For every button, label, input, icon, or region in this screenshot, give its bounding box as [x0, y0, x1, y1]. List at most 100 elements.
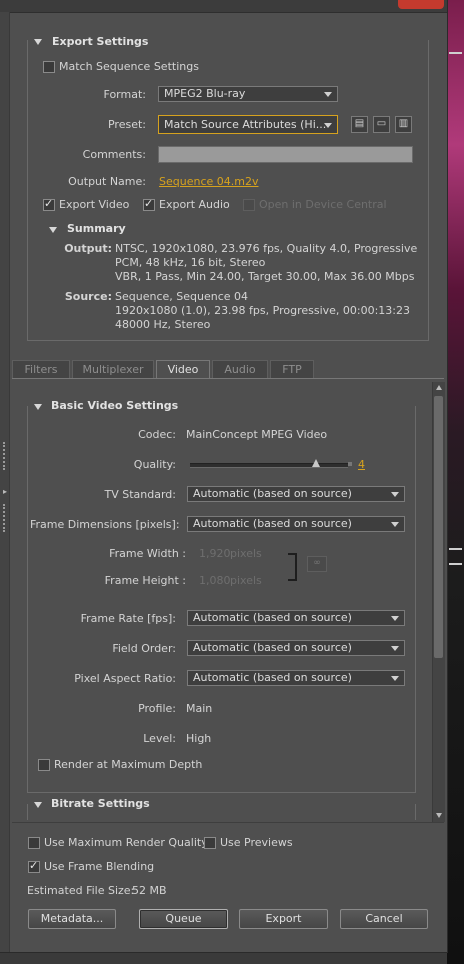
output-name-label: Output Name:	[68, 175, 146, 188]
tv-standard-label: TV Standard:	[104, 488, 177, 501]
scrollbar[interactable]	[432, 382, 445, 822]
frame-width-unit: pixels	[230, 547, 262, 560]
pixel-aspect-ratio-label: Pixel Aspect Ratio:	[74, 672, 176, 685]
scrollbar-thumb[interactable]	[434, 396, 443, 658]
frame-dimensions-value: Automatic (based on source)	[193, 517, 352, 530]
frame-rate-label: Frame Rate [fps]:	[80, 612, 176, 625]
chevron-down-icon	[391, 616, 399, 621]
comments-field[interactable]	[158, 146, 413, 163]
match-sequence-checkbox[interactable]	[43, 61, 55, 73]
file-size-value: 52 MB	[132, 884, 167, 897]
collapse-triangle-icon[interactable]	[34, 802, 42, 808]
summary-source-line: 1920x1080 (1.0), 23.98 fps, Progressive,…	[115, 304, 411, 317]
metadata-button[interactable]: Metadata...	[28, 909, 116, 929]
open-device-central-checkbox[interactable]	[243, 199, 255, 211]
frame-width-label: Frame Width :	[109, 547, 186, 560]
codec-value: MainConcept MPEG Video	[186, 428, 328, 441]
tab-audio[interactable]: Audio	[212, 360, 268, 378]
profile-label: Profile:	[138, 702, 176, 715]
link-bracket	[288, 553, 297, 581]
summary-output-line: PCM, 48 kHz, 16 bit, Stereo	[115, 256, 266, 269]
left-panel-edge: ▸	[0, 12, 10, 952]
max-render-quality-checkbox[interactable]	[28, 837, 40, 849]
tv-standard-dropdown[interactable]: Automatic (based on source)	[187, 486, 405, 502]
quality-label: Quality:	[133, 458, 176, 471]
render-max-depth-checkbox[interactable]	[38, 759, 50, 771]
level-label: Level:	[143, 732, 176, 745]
chevron-down-icon	[324, 123, 332, 128]
summary-output-line: VBR, 1 Pass, Min 24.00, Target 30.00, Ma…	[115, 270, 415, 283]
tab-filters[interactable]: Filters	[12, 360, 70, 378]
export-video-checkbox[interactable]	[43, 197, 55, 211]
title-bar	[0, 0, 447, 13]
frame-dimensions-label: Frame Dimensions [pixels]:	[30, 518, 180, 531]
field-order-label: Field Order:	[112, 642, 176, 655]
max-render-quality-label: Use Maximum Render Quality	[44, 836, 208, 849]
frame-rate-value: Automatic (based on source)	[193, 611, 352, 624]
quality-value[interactable]: 4	[358, 458, 365, 471]
scroll-down-icon[interactable]	[436, 813, 442, 818]
basic-video-settings-title: Basic Video Settings	[51, 399, 179, 412]
import-preset-icon[interactable]: ▭	[373, 116, 390, 133]
chain-link-icon[interactable]: ∞	[307, 556, 327, 572]
background-strip	[447, 0, 464, 964]
frame-blending-checkbox[interactable]	[28, 859, 40, 873]
slider-handle-icon[interactable]	[312, 459, 321, 467]
chevron-down-icon	[391, 522, 399, 527]
summary-title: Summary	[67, 222, 126, 235]
export-audio-checkbox[interactable]	[143, 197, 155, 211]
export-settings-title: Export Settings	[52, 35, 149, 48]
close-button[interactable]	[398, 0, 444, 9]
field-order-dropdown[interactable]: Automatic (based on source)	[187, 640, 405, 656]
use-previews-checkbox[interactable]	[204, 837, 216, 849]
slider-end-cap	[348, 462, 352, 466]
output-name-link[interactable]: Sequence 04.m2v	[159, 175, 258, 188]
frame-height-value[interactable]: 1,080	[199, 574, 231, 587]
format-dropdown[interactable]: MPEG2 Blu-ray	[158, 86, 338, 102]
summary-output-label: Output:	[64, 242, 112, 255]
bitrate-settings-title: Bitrate Settings	[51, 797, 150, 810]
collapse-triangle-icon[interactable]	[49, 227, 57, 233]
cancel-button[interactable]: Cancel	[340, 909, 428, 929]
grip-dots-icon[interactable]	[3, 442, 7, 470]
chevron-down-icon	[391, 646, 399, 651]
export-video-label: Export Video	[59, 198, 130, 211]
comments-label: Comments:	[82, 148, 146, 161]
preset-value: Match Source Attributes (Hi...	[164, 118, 327, 131]
format-value: MPEG2 Blu-ray	[164, 87, 246, 100]
frame-dimensions-dropdown[interactable]: Automatic (based on source)	[187, 516, 405, 532]
frame-width-value[interactable]: 1,920	[199, 547, 231, 560]
quality-slider[interactable]	[190, 459, 348, 468]
pixel-aspect-ratio-dropdown[interactable]: Automatic (based on source)	[187, 670, 405, 686]
summary-output-line: NTSC, 1920x1080, 23.976 fps, Quality 4.0…	[115, 242, 418, 255]
collapse-triangle-icon[interactable]	[34, 39, 42, 45]
tab-multiplexer[interactable]: Multiplexer	[72, 360, 154, 378]
export-settings-dialog: ▸ Export Settings Match Sequence Setting…	[0, 0, 448, 953]
chevron-down-icon	[391, 676, 399, 681]
tab-video[interactable]: Video	[156, 360, 210, 378]
export-button[interactable]: Export	[239, 909, 328, 929]
grip-dots-icon[interactable]	[3, 504, 7, 532]
use-previews-label: Use Previews	[220, 836, 293, 849]
delete-preset-icon[interactable]: ▥	[395, 116, 412, 133]
format-label: Format:	[103, 88, 146, 101]
expand-arrow-icon[interactable]: ▸	[3, 487, 7, 496]
frame-blending-label: Use Frame Blending	[44, 860, 155, 873]
scroll-up-icon[interactable]	[436, 385, 442, 390]
frame-rate-dropdown[interactable]: Automatic (based on source)	[187, 610, 405, 626]
collapse-triangle-icon[interactable]	[34, 404, 42, 410]
frame-height-unit: pixels	[230, 574, 262, 587]
queue-button[interactable]: Queue	[139, 909, 228, 929]
field-order-value: Automatic (based on source)	[193, 641, 352, 654]
summary-source-line: Sequence, Sequence 04	[115, 290, 249, 303]
preset-dropdown[interactable]: Match Source Attributes (Hi...	[158, 115, 338, 134]
divider	[12, 822, 444, 823]
summary-source-label: Source:	[64, 290, 112, 303]
pixel-aspect-ratio-value: Automatic (based on source)	[193, 671, 352, 684]
match-sequence-label: Match Sequence Settings	[59, 60, 199, 73]
export-audio-label: Export Audio	[159, 198, 230, 211]
save-preset-icon[interactable]: ▤	[351, 116, 368, 133]
preset-label: Preset:	[107, 118, 146, 131]
chevron-down-icon	[391, 492, 399, 497]
tab-ftp[interactable]: FTP	[270, 360, 314, 378]
